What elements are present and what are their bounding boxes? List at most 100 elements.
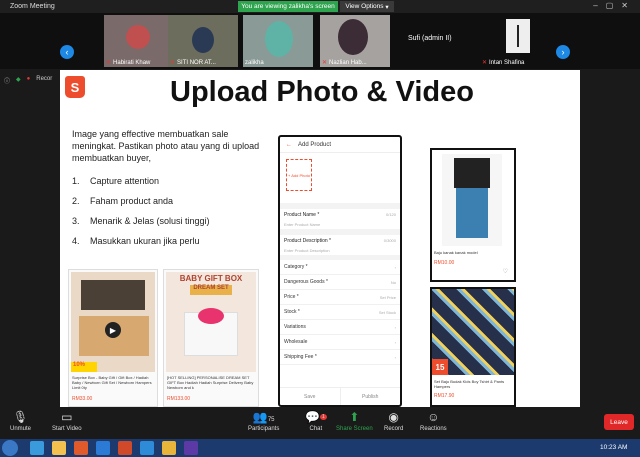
powerpoint-icon[interactable] bbox=[118, 441, 132, 455]
bow-graphic bbox=[198, 308, 224, 324]
video-feed bbox=[338, 19, 368, 55]
list-item: 2. Faham product anda bbox=[72, 196, 174, 206]
variations-row[interactable]: Variations › bbox=[280, 320, 400, 335]
chrome-icon[interactable] bbox=[162, 441, 176, 455]
product-caption: Baju kanak kanak model bbox=[434, 250, 478, 255]
view-options-button[interactable]: View Options ▾ bbox=[340, 1, 394, 12]
product-image: BABY GIFT BOX DREAM SET bbox=[166, 272, 256, 372]
participant-name: Sufi (admin II) bbox=[408, 35, 452, 42]
app-icon[interactable] bbox=[184, 441, 198, 455]
info-icon[interactable]: ⓘ bbox=[4, 76, 10, 85]
participant-name: ✕ Intan Shafina bbox=[482, 60, 525, 66]
participant-tile[interactable]: ✕ Nazlian Hab... bbox=[320, 15, 390, 67]
chat-badge: 1 bbox=[319, 414, 327, 420]
participants-icon: 👥75 bbox=[252, 410, 275, 424]
product-image bbox=[442, 154, 502, 246]
chat-icon: 💬 1 bbox=[305, 410, 327, 424]
product-card: BABY GIFT BOX DREAM SET [HOT SELLING] PE… bbox=[163, 269, 259, 407]
product-name-field[interactable]: Product Name * 0/120 Enter Product Name bbox=[280, 203, 400, 229]
add-photo-button[interactable]: + Add Photo bbox=[286, 159, 312, 191]
publish-button[interactable]: Publish bbox=[339, 388, 401, 405]
participant-name: zalikha bbox=[245, 60, 264, 66]
heart-icon[interactable]: ♡ bbox=[503, 268, 508, 275]
scroll-right-button[interactable]: › bbox=[556, 45, 570, 59]
record-button[interactable]: ◉ Record bbox=[384, 410, 403, 432]
camera-off-icon: ▭ bbox=[61, 410, 73, 424]
product-card: ▶ 10% Surprise Box - Baby Gift / Gift Bo… bbox=[68, 269, 158, 407]
avatar bbox=[506, 19, 530, 53]
muted-mic-icon: ✕ bbox=[106, 60, 112, 66]
os-taskbar: 10:23 AM bbox=[0, 439, 640, 457]
participant-tile[interactable]: zalikha bbox=[243, 15, 313, 67]
discount-badge: 10% bbox=[71, 362, 97, 372]
product-card: 15 Set Baju Budak Kids Boy Tshirt & Pant… bbox=[430, 287, 516, 407]
video-feed bbox=[126, 25, 150, 49]
back-arrow-icon[interactable]: ← bbox=[286, 142, 292, 148]
phone-header: ← Add Product bbox=[280, 137, 400, 153]
participant-tile[interactable]: Sufi (admin II) bbox=[404, 15, 476, 67]
slide-title: Upload Photo & Video bbox=[170, 76, 474, 108]
product-caption: Set Baju Budak Kids Boy Tshirt & Pants H… bbox=[434, 379, 505, 389]
meeting-toolbar: 🎙 Unmute ▭ Start Video 👥75 Participants … bbox=[0, 407, 640, 439]
taskbar-clock: 10:23 AM bbox=[600, 444, 628, 451]
price-row[interactable]: Price * Set Price bbox=[280, 290, 400, 305]
participant-strip: ‹ ✕ Habirati Khaw ✕ SITI NOR AT... zalikha… bbox=[0, 13, 640, 69]
product-price: RM133.00 bbox=[167, 396, 191, 402]
product-price: RM10.00 bbox=[434, 260, 455, 266]
window-title: Zoom Meeting bbox=[10, 3, 55, 10]
product-card: Baju kanak kanak model RM10.00 ♡ bbox=[430, 148, 516, 282]
list-item: 1. Capture attention bbox=[72, 176, 160, 186]
list-item: 3. Menarik & Jelas (solusi tinggi) bbox=[72, 216, 210, 226]
leave-button[interactable]: Leave bbox=[604, 414, 634, 430]
start-menu-icon[interactable] bbox=[2, 440, 18, 456]
video-feed bbox=[192, 27, 214, 53]
start-video-button[interactable]: ▭ Start Video bbox=[52, 410, 82, 432]
participant-tile[interactable]: ✕ Intan Shafina bbox=[480, 15, 550, 67]
folder-icon[interactable] bbox=[52, 441, 66, 455]
muted-mic-icon: ✕ bbox=[482, 60, 488, 66]
reactions-icon: ☺ bbox=[427, 410, 440, 424]
share-screen-icon: ⬆ bbox=[349, 410, 360, 424]
wholesale-row[interactable]: Wholesale › bbox=[280, 335, 400, 350]
save-button[interactable]: Save bbox=[280, 388, 340, 405]
ie-icon[interactable] bbox=[30, 441, 44, 455]
participant-tile[interactable]: ✕ SITI NOR AT... bbox=[168, 15, 238, 67]
window-controls[interactable]: –▢✕ bbox=[593, 1, 636, 10]
product-price: RM17.90 bbox=[434, 393, 455, 399]
participant-tile[interactable]: ✕ Habirati Khaw bbox=[104, 15, 174, 67]
share-screen-button[interactable]: ⬆ Share Screen bbox=[336, 410, 373, 432]
muted-mic-icon: ✕ bbox=[170, 60, 176, 66]
list-item: 4. Masukkan ukuran jika perlu bbox=[72, 236, 200, 246]
zoom-icon[interactable] bbox=[140, 441, 154, 455]
product-price: RM33.00 bbox=[72, 396, 93, 402]
add-product-phone: ← Add Product + Add Photo Product Name * 0… bbox=[278, 135, 402, 407]
dangerous-goods-row[interactable]: Dangerous Goods * No bbox=[280, 275, 400, 290]
discount-badge: 15 bbox=[432, 359, 448, 375]
product-banner: BABY GIFT BOX bbox=[179, 274, 243, 283]
shared-screen-slide: S Upload Photo & Video Image yang effect… bbox=[60, 70, 580, 407]
shipping-fee-row[interactable]: Shipping Fee * › bbox=[280, 350, 400, 365]
shield-icon[interactable]: ◆ bbox=[16, 76, 21, 85]
reactions-button[interactable]: ☺ Reactions bbox=[420, 410, 447, 432]
category-row[interactable]: Category * › bbox=[280, 260, 400, 275]
viewing-banner: You are viewing zalikha's screen bbox=[238, 1, 338, 12]
stock-row[interactable]: Stock * Set Stock bbox=[280, 305, 400, 320]
chat-button[interactable]: 💬 1 Chat bbox=[305, 410, 327, 432]
phone-actions: Save Publish bbox=[280, 387, 400, 405]
word-icon[interactable] bbox=[96, 441, 110, 455]
media-icon[interactable] bbox=[74, 441, 88, 455]
record-label: Recor bbox=[36, 76, 53, 82]
meeting-status: ⓘ ◆ ● Recor bbox=[4, 76, 52, 85]
participant-name: ✕ Nazlian Hab... bbox=[322, 60, 367, 66]
view-options-label: View Options bbox=[345, 3, 384, 10]
play-icon[interactable]: ▶ bbox=[105, 322, 121, 338]
scroll-left-button[interactable]: ‹ bbox=[60, 45, 74, 59]
unmute-button[interactable]: 🎙 Unmute bbox=[10, 410, 31, 432]
microphone-muted-icon: 🎙 bbox=[12, 410, 29, 424]
record-icon: ◉ bbox=[388, 410, 399, 424]
product-sub: DREAM SET bbox=[190, 285, 232, 295]
participants-button[interactable]: 👥75 Participants bbox=[248, 410, 279, 432]
product-description-field[interactable]: Product Description * 0/3000 Enter Produc… bbox=[280, 229, 400, 255]
slide-intro: Image yang effective membuatkan sale men… bbox=[72, 129, 260, 163]
record-icon: ● bbox=[26, 76, 31, 82]
